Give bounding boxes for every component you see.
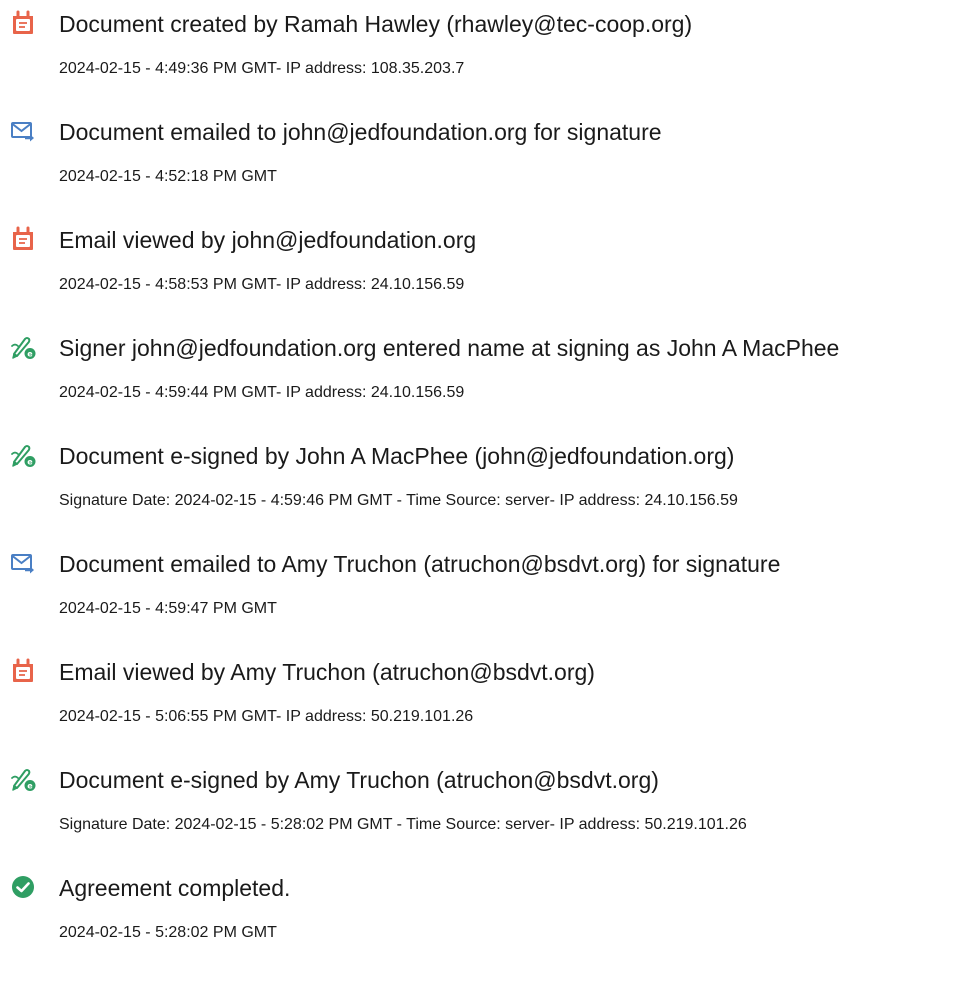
- document-viewed-icon: [10, 658, 36, 684]
- event-detail: 2024-02-15 - 4:58:53 PM GMT- IP address:…: [59, 276, 465, 293]
- document-created-icon: [13, 10, 33, 34]
- document-viewed-icon: [13, 226, 33, 250]
- svg-text:e: e: [27, 782, 33, 791]
- event-detail: 2024-02-15 - 5:28:02 PM GMT: [59, 924, 277, 941]
- e-sign-pen-icon: e: [10, 442, 36, 468]
- event-title: Document e-signed by John A MacPhee (joh…: [59, 443, 735, 469]
- e-sign-pen-icon: e: [11, 769, 36, 791]
- event-title: Document emailed to john@jedfoundation.o…: [59, 119, 662, 145]
- email-sent-icon: [10, 118, 36, 144]
- audit-event: e Document e-signed by Amy Truchon (atru…: [0, 756, 979, 864]
- event-title: Document emailed to Amy Truchon (atrucho…: [59, 551, 781, 577]
- document-created-icon: [10, 10, 36, 36]
- audit-event: Agreement completed. 2024-02-15 - 5:28:02…: [0, 864, 979, 972]
- audit-event: e Document e-signed by John A MacPhee (j…: [0, 432, 979, 540]
- audit-trail-list: Document created by Ramah Hawley (rhawle…: [0, 0, 979, 972]
- audit-event: Document emailed to john@jedfoundation.o…: [0, 108, 979, 216]
- event-detail: 2024-02-15 - 4:59:47 PM GMT: [59, 600, 277, 617]
- event-detail: Signature Date: 2024-02-15 - 4:59:46 PM …: [59, 492, 738, 509]
- event-title: Document created by Ramah Hawley (rhawle…: [59, 11, 693, 37]
- svg-text:e: e: [27, 458, 33, 467]
- email-sent-icon: [10, 550, 36, 576]
- audit-event: Email viewed by Amy Truchon (atruchon@bs…: [0, 648, 979, 756]
- event-detail: 2024-02-15 - 5:06:55 PM GMT- IP address:…: [59, 708, 474, 725]
- event-detail: Signature Date: 2024-02-15 - 5:28:02 PM …: [59, 816, 747, 833]
- audit-event: Email viewed by john@jedfoundation.org 20…: [0, 216, 979, 324]
- event-title: Agreement completed.: [59, 875, 291, 901]
- event-title: Email viewed by Amy Truchon (atruchon@bs…: [59, 659, 595, 685]
- agreement-completed-icon: [10, 874, 36, 900]
- event-detail: 2024-02-15 - 4:52:18 PM GMT: [59, 168, 277, 185]
- email-sent-icon: [11, 122, 34, 142]
- e-sign-pen-icon: e: [10, 766, 36, 792]
- audit-event: e Signer john@jedfoundation.org entered …: [0, 324, 979, 432]
- audit-event: Document emailed to Amy Truchon (atrucho…: [0, 540, 979, 648]
- agreement-completed-icon: [12, 876, 34, 898]
- event-title: Email viewed by john@jedfoundation.org: [59, 227, 477, 253]
- e-sign-pen-icon: e: [10, 334, 36, 360]
- email-sent-icon: [11, 554, 34, 574]
- e-sign-pen-icon: e: [11, 337, 36, 359]
- event-title: Signer john@jedfoundation.org entered na…: [59, 335, 840, 361]
- document-viewed-icon: [13, 658, 33, 682]
- e-sign-pen-icon: e: [11, 445, 36, 467]
- document-viewed-icon: [10, 226, 36, 252]
- audit-event: Document created by Ramah Hawley (rhawle…: [0, 0, 979, 108]
- event-detail: 2024-02-15 - 4:59:44 PM GMT- IP address:…: [59, 384, 465, 401]
- event-title: Document e-signed by Amy Truchon (atruch…: [59, 767, 659, 793]
- event-detail: 2024-02-15 - 4:49:36 PM GMT- IP address:…: [59, 60, 465, 77]
- svg-text:e: e: [27, 350, 33, 359]
